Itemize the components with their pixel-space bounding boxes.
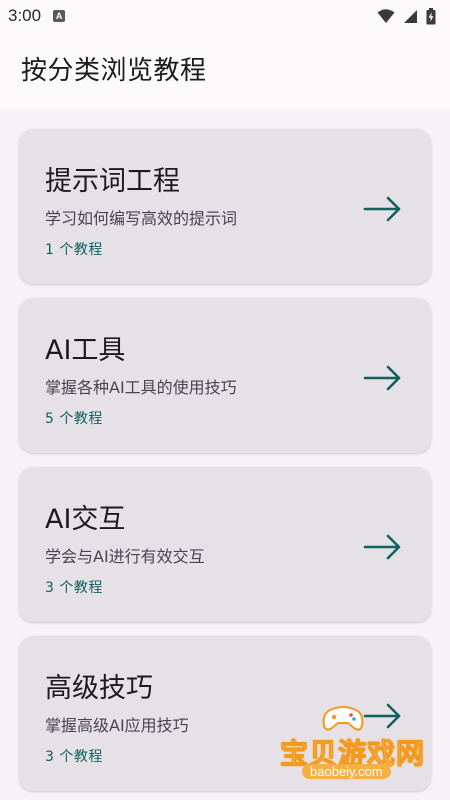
signal-icon — [404, 9, 417, 23]
category-title: 高级技巧 — [45, 673, 153, 704]
arrow-right-icon[interactable] — [363, 533, 403, 561]
category-card-ai-interaction[interactable]: AI交互 学会与AI进行有效交互 3 个教程 — [19, 467, 431, 622]
category-tutorial-count: 3 个教程 — [45, 580, 103, 596]
arrow-right-icon[interactable] — [363, 195, 403, 223]
category-title: AI交互 — [45, 504, 126, 535]
status-icons — [377, 7, 436, 25]
arrow-right-icon[interactable] — [363, 364, 403, 392]
watermark-url: baobeiy.com — [302, 764, 391, 779]
category-description: 掌握各种AI工具的使用技巧 — [45, 378, 237, 397]
category-tutorial-count: 1 个教程 — [45, 242, 103, 258]
category-description: 掌握高级AI应用技巧 — [45, 716, 189, 735]
category-card-ai-tools[interactable]: AI工具 掌握各种AI工具的使用技巧 5 个教程 — [19, 298, 431, 453]
watermark-logo: 宝贝游戏网 baobeiy.com — [272, 704, 425, 796]
page-title: 按分类浏览教程 — [21, 56, 207, 86]
category-card-prompt-engineering[interactable]: 提示词工程 学习如何编写高效的提示词 1 个教程 — [19, 129, 431, 284]
gamepad-icon — [322, 706, 364, 731]
battery-icon — [426, 7, 436, 24]
status-time: 3:00 — [8, 6, 42, 25]
notification-a-icon: A — [53, 10, 66, 22]
category-list[interactable]: 提示词工程 学习如何编写高效的提示词 1 个教程 AI工具 掌握各种AI工具的使… — [0, 108, 450, 800]
status-bar: 3:00 A — [0, 0, 450, 32]
category-tutorial-count: 3 个教程 — [45, 749, 103, 765]
category-tutorial-count: 5 个教程 — [45, 411, 103, 427]
wifi-icon — [377, 9, 395, 23]
category-description: 学会与AI进行有效交互 — [45, 547, 205, 566]
category-description: 学习如何编写高效的提示词 — [45, 209, 238, 228]
category-title: AI工具 — [45, 335, 126, 366]
category-title: 提示词工程 — [45, 166, 180, 197]
